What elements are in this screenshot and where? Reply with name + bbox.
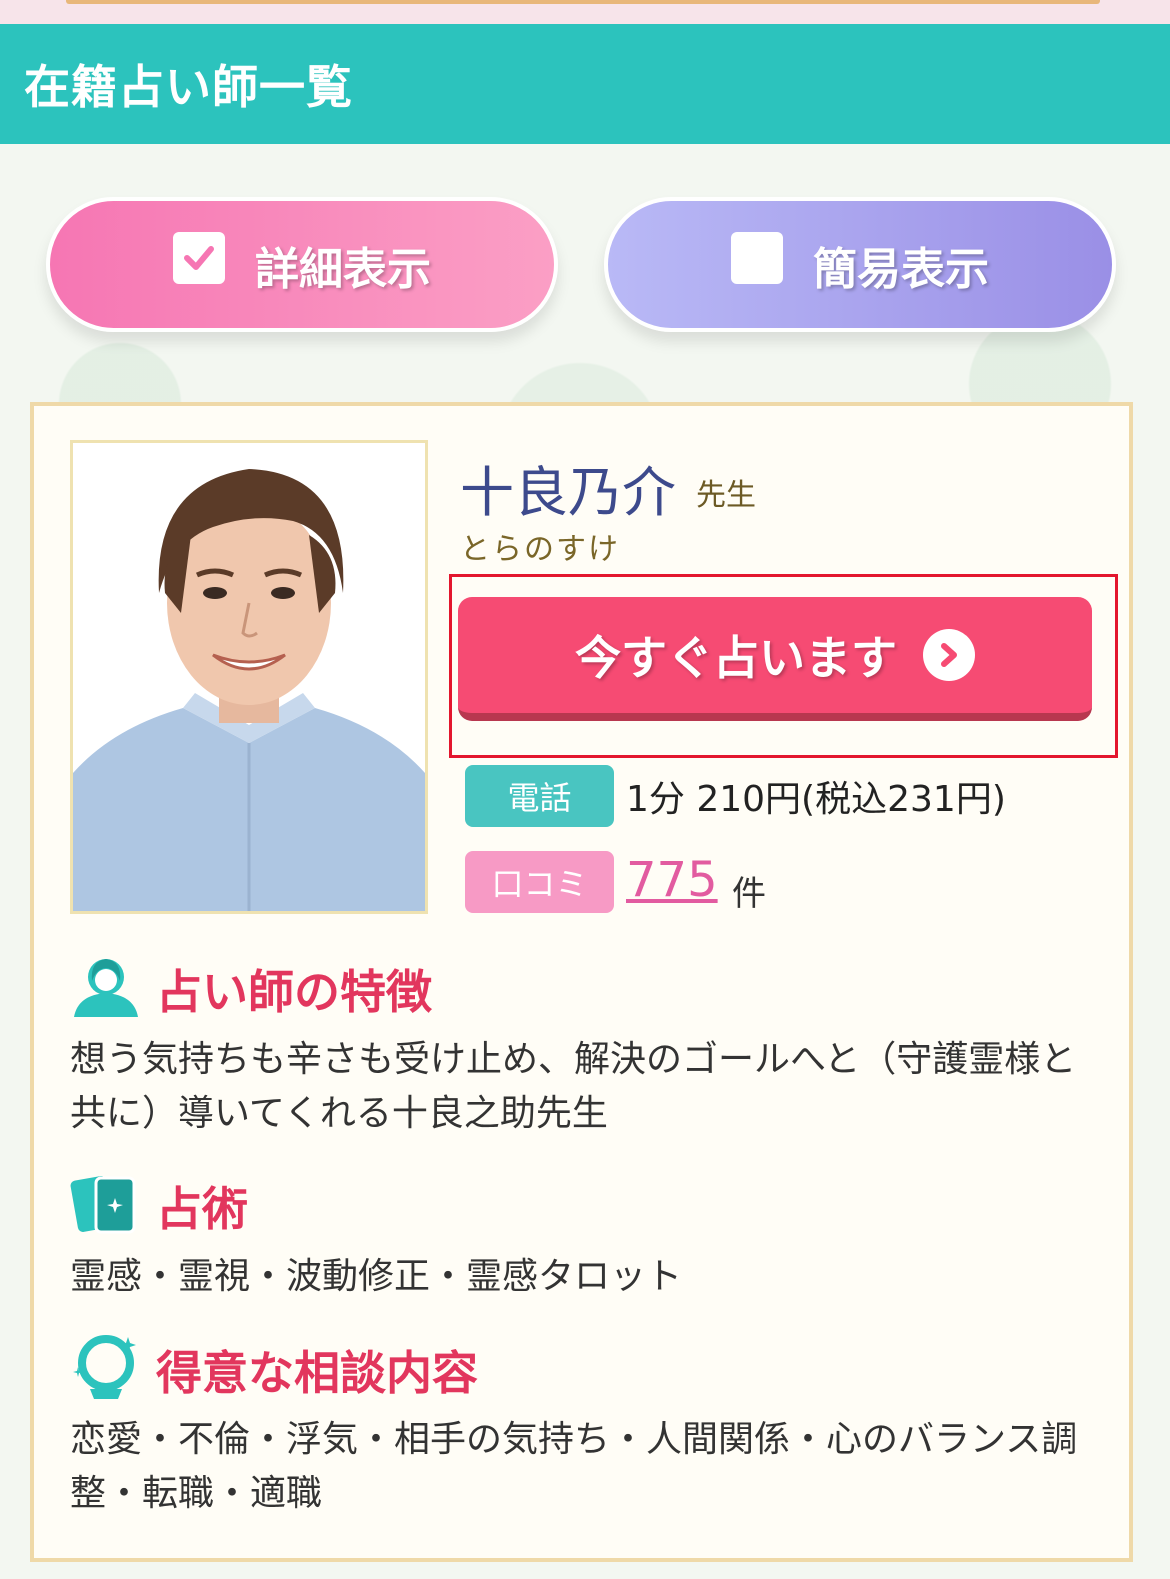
topics-title: 得意な相談内容 xyxy=(156,1346,478,1400)
fortune-teller-name[interactable]: 十良乃介 xyxy=(460,448,676,527)
topics-heading: 得意な相談内容 xyxy=(70,1333,478,1407)
review-unit: 件 xyxy=(732,874,766,914)
simple-view-button[interactable]: 簡易表示 xyxy=(604,197,1116,332)
honorific-label: 先生 xyxy=(696,478,756,513)
page-title: 在籍占い師一覧 xyxy=(24,60,353,114)
simple-view-label: 簡易表示 xyxy=(813,243,989,295)
topics-text: 恋愛・不倫・浮気・相手の気持ち・人間関係・心のバランス調整・転職・適職 xyxy=(70,1419,1078,1514)
checkbox-checked-icon xyxy=(173,231,225,284)
chevron-right-icon xyxy=(923,629,975,681)
detail-view-label: 詳細表示 xyxy=(255,243,431,295)
review-count-link[interactable]: 775 xyxy=(626,852,718,908)
features-text: 想う気持ちも辛さも受け止め、解決のゴールへと（守護霊様と共に）導いてくれる十良之… xyxy=(70,1039,1077,1134)
phone-badge: 電話 xyxy=(465,765,614,827)
crystal-ball-icon xyxy=(70,1333,142,1407)
top-strip-accent xyxy=(66,0,1100,4)
consult-now-label: 今すぐ占います xyxy=(575,631,897,685)
methods-heading: 占術 xyxy=(70,1172,248,1240)
price-text: 1分 210円(税込231円) xyxy=(626,779,1006,820)
features-title: 占い師の特徴 xyxy=(156,965,432,1019)
detail-view-button[interactable]: 詳細表示 xyxy=(46,197,558,332)
name-reading: とらのすけ xyxy=(460,532,620,567)
top-strip xyxy=(0,0,1170,24)
consult-now-button[interactable]: 今すぐ占います xyxy=(458,597,1092,721)
page-header: 在籍占い師一覧 xyxy=(0,24,1170,144)
fortune-teller-icon xyxy=(70,955,142,1023)
methods-text: 霊感・霊視・波動修正・霊感タロット xyxy=(70,1256,683,1297)
tarot-cards-icon xyxy=(70,1172,142,1240)
profile-photo[interactable] xyxy=(70,440,428,914)
features-heading: 占い師の特徴 xyxy=(70,955,432,1023)
checkbox-unchecked-icon xyxy=(731,231,783,284)
review-badge: 口コミ xyxy=(465,851,614,913)
methods-title: 占術 xyxy=(156,1182,248,1236)
